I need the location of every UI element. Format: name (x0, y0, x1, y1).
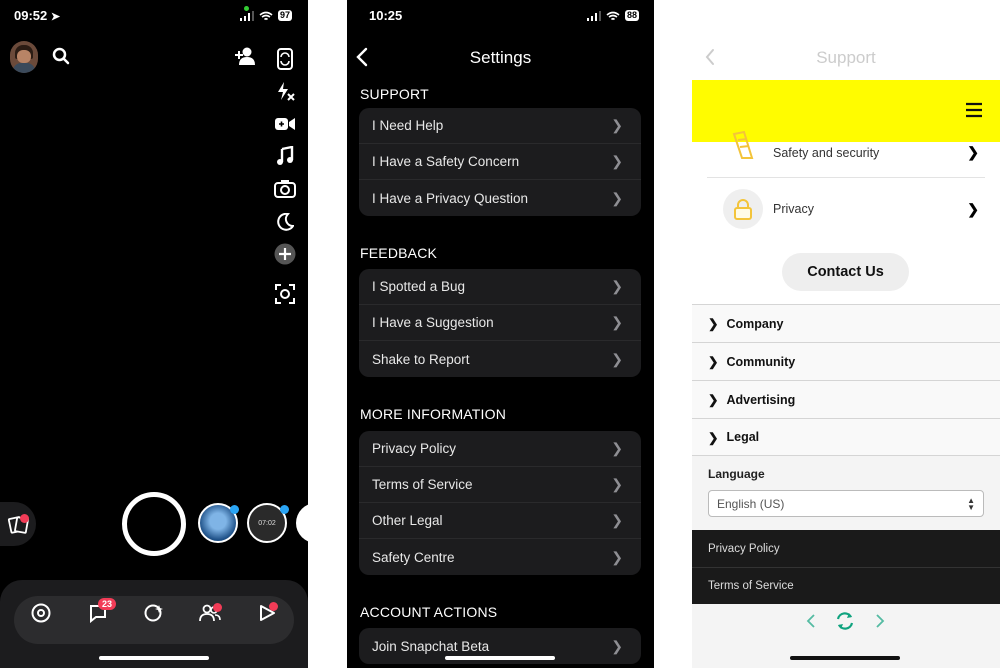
section-title-support: SUPPORT (360, 86, 429, 102)
music-icon[interactable] (272, 143, 298, 169)
select-arrows-icon: ▲ ▼ (967, 495, 975, 512)
chevron-right-icon: ❯ (611, 440, 623, 456)
chevron-right-icon: ❯ (611, 314, 623, 330)
accordion-community[interactable]: ❯ Community (692, 342, 1000, 380)
search-icon[interactable] (52, 47, 70, 70)
topic-row-privacy[interactable]: Privacy ❯ (707, 184, 985, 234)
chevron-right-icon: ❯ (611, 476, 623, 492)
home-indicator (445, 656, 555, 660)
chevron-right-icon: ❯ (708, 430, 719, 445)
settings-row[interactable]: I Spotted a Bug ❯ (359, 269, 641, 305)
settings-row[interactable]: I Have a Safety Concern ❯ (359, 144, 641, 180)
memories-icon[interactable] (0, 502, 36, 546)
home-indicator (99, 656, 209, 660)
battery-indicator: 88 (625, 10, 640, 21)
chevron-right-icon: ❯ (611, 548, 623, 565)
browser-back-icon[interactable] (805, 613, 817, 634)
status-icons: 88 (587, 10, 640, 21)
avatar[interactable] (10, 41, 38, 73)
chevron-right-icon: ❯ (708, 355, 719, 369)
chevron-right-icon: ❯ (611, 350, 623, 367)
chevron-right-icon: ❯ (611, 189, 623, 206)
status-icons: 97 (240, 10, 293, 21)
language-select[interactable]: English (US) ▲ ▼ (708, 490, 984, 517)
chevron-right-icon: ❯ (611, 117, 623, 133)
refresh-icon[interactable] (834, 610, 856, 637)
page-title: Settings (469, 48, 532, 67)
accordion-advertising[interactable]: ❯ Advertising (692, 380, 1000, 418)
footer-link-privacy[interactable]: Privacy Policy (692, 530, 1000, 567)
home-indicator (790, 656, 900, 660)
scan-icon[interactable] (272, 281, 298, 307)
capture-button[interactable] (122, 492, 186, 556)
topic-row-safety[interactable]: Safety and security ❯ (707, 128, 985, 178)
status-time: 09:52 ➤ (14, 8, 61, 23)
chat-badge: 23 (98, 598, 117, 610)
spotlight-icon[interactable] (142, 601, 166, 625)
night-mode-icon[interactable] (272, 209, 298, 235)
feedback-group: I Spotted a Bug ❯ I Have a Suggestion ❯ Sh… (359, 269, 641, 377)
chevron-right-icon: ❯ (708, 393, 719, 407)
wifi-icon (259, 11, 273, 20)
more-information-group: Privacy Policy ❯ Terms of Service ❯ Other … (359, 431, 641, 575)
chevron-right-icon: ❯ (967, 144, 979, 160)
chevron-right-icon: ❯ (967, 200, 979, 217)
settings-screen: 10:25 88 Settings SUPPORT I Need Help ❯ I… (347, 0, 654, 668)
chevron-right-icon: ❯ (611, 278, 623, 294)
hamburger-menu-icon[interactable] (965, 102, 983, 123)
signal-icon (587, 10, 601, 21)
safety-icon (723, 125, 763, 165)
browser-forward-icon[interactable] (874, 613, 886, 634)
flip-camera-icon[interactable] (272, 46, 298, 72)
language-label: Language (708, 467, 765, 481)
lock-icon (723, 189, 763, 229)
support-group: I Need Help ❯ I Have a Safety Concern ❯ I … (359, 108, 641, 216)
chevron-right-icon: ❯ (611, 512, 623, 528)
chevron-right-icon: ❯ (708, 317, 719, 331)
flash-off-icon[interactable] (272, 78, 298, 104)
support-screen: Support Safety and security ❯ Privacy ❯ … (692, 0, 1000, 668)
settings-row[interactable]: I Have a Suggestion ❯ (359, 305, 641, 341)
status-time: 10:25 (369, 8, 403, 23)
section-title-more-information: MORE INFORMATION (360, 406, 507, 422)
map-icon[interactable] (29, 601, 53, 625)
accordion-company[interactable]: ❯ Company (692, 304, 1000, 342)
accordion-legal[interactable]: ❯ Legal (692, 418, 1000, 456)
settings-row[interactable]: Safety Centre ❯ (359, 539, 641, 575)
page-title: Support (816, 48, 876, 67)
settings-row[interactable]: Terms of Service ❯ (359, 467, 641, 503)
contact-us-button[interactable]: Contact Us (782, 253, 909, 291)
add-friend-icon[interactable] (234, 46, 256, 71)
camera-screen: 09:52 ➤ 97 07:02 23 (0, 0, 308, 668)
wifi-icon (606, 11, 620, 20)
chevron-right-icon: ❯ (611, 153, 623, 169)
settings-row[interactable]: I Have a Privacy Question ❯ (359, 180, 641, 216)
lens-carousel-item[interactable] (296, 503, 308, 543)
signal-icon (240, 10, 254, 21)
footer-link-terms[interactable]: Terms of Service (692, 567, 1000, 604)
video-icon[interactable] (272, 111, 298, 137)
battery-indicator: 97 (278, 10, 293, 21)
settings-row[interactable]: Other Legal ❯ (359, 503, 641, 539)
settings-row[interactable]: Privacy Policy ❯ (359, 431, 641, 467)
plus-icon[interactable] (272, 241, 298, 267)
camera-timer-icon[interactable] (272, 176, 298, 202)
section-title-feedback: FEEDBACK (360, 245, 438, 261)
chevron-right-icon: ❯ (611, 637, 623, 654)
settings-row[interactable]: I Need Help ❯ (359, 108, 641, 144)
section-title-account-actions: ACCOUNT ACTIONS (360, 604, 498, 620)
settings-row[interactable]: Shake to Report ❯ (359, 341, 641, 377)
